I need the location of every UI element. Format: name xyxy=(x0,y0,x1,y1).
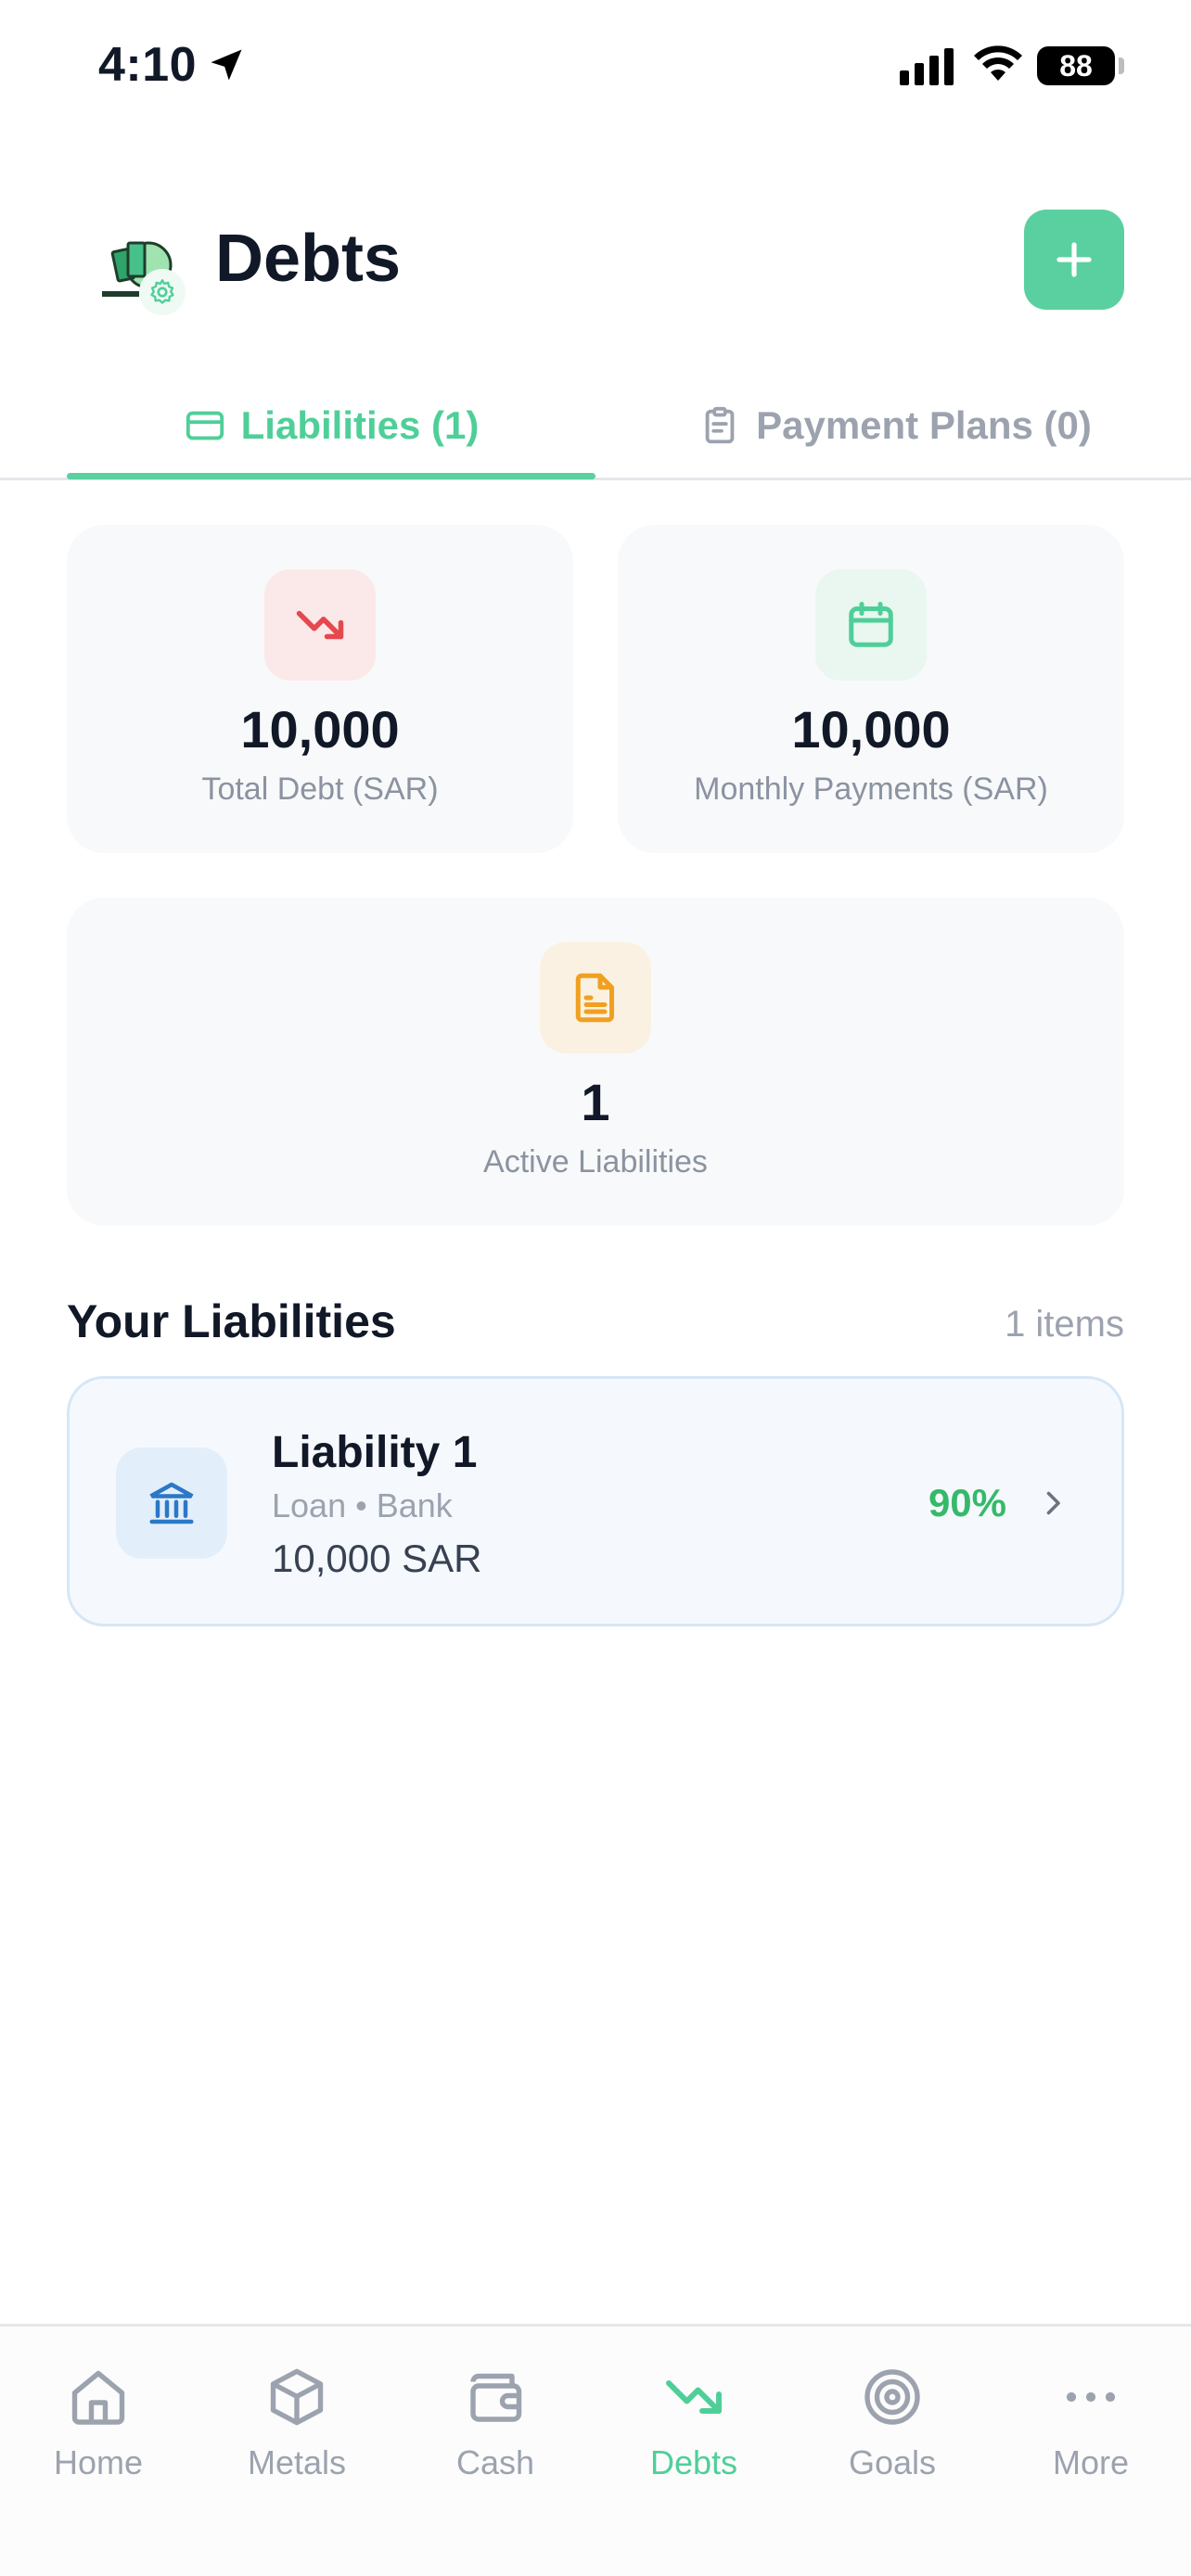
document-icon xyxy=(575,973,614,1023)
nav-item-metals[interactable]: Metals xyxy=(213,2364,380,2512)
active-tab-indicator xyxy=(67,473,596,479)
liability-meta: Loan • Bank xyxy=(272,1486,453,1524)
battery-indicator: 88 xyxy=(1037,46,1115,85)
trending-down-icon xyxy=(666,2380,722,2414)
liability-percent: 90% xyxy=(928,1481,1006,1524)
bottom-navigation: Home Metals Cash Debts Goals More xyxy=(0,2324,1191,2576)
nav-item-home[interactable]: Home xyxy=(15,2364,182,2512)
total-debt-label: Total Debt (SAR) xyxy=(201,772,439,807)
tab-liabilities[interactable]: Liabilities (1) xyxy=(67,371,596,480)
more-dots-icon xyxy=(1066,2391,1116,2403)
total-debt-value: 10,000 xyxy=(240,700,400,759)
monthly-payments-card: 10,000 Monthly Payments (SAR) xyxy=(618,525,1124,853)
section-item-count: 1 items xyxy=(1005,1304,1124,1345)
calendar-icon xyxy=(849,602,893,647)
cube-icon xyxy=(270,2368,324,2426)
trending-down-icon-box xyxy=(264,569,376,681)
liability-name: Liability 1 xyxy=(272,1428,478,1477)
nav-label-more: More xyxy=(1052,2443,1130,2481)
chevron-right-icon xyxy=(1046,1491,1060,1515)
plus-icon xyxy=(1057,242,1092,277)
battery-nub xyxy=(1119,57,1124,74)
active-liabilities-card: 1 Active Liabilities xyxy=(67,898,1124,1226)
calendar-icon-box xyxy=(815,569,927,681)
nav-label-cash: Cash xyxy=(455,2443,535,2481)
nav-label-goals: Goals xyxy=(848,2443,937,2481)
wifi-icon xyxy=(974,45,1022,81)
tab-bar: Liabilities (1) Payment Plans (0) xyxy=(0,371,1191,480)
credit-card-icon xyxy=(186,411,224,440)
status-bar: 4:10 88 xyxy=(0,0,1191,139)
status-time: 4:10 xyxy=(98,38,198,92)
active-liabilities-label: Active Liabilities xyxy=(483,1144,708,1180)
total-debt-card: 10,000 Total Debt (SAR) xyxy=(67,525,573,853)
section-title: Your Liabilities xyxy=(67,1295,396,1347)
nav-item-goals[interactable]: Goals xyxy=(809,2364,976,2512)
page-title: Debts xyxy=(215,222,402,296)
active-liabilities-value: 1 xyxy=(581,1073,610,1131)
nav-item-debts[interactable]: Debts xyxy=(610,2364,777,2512)
nav-item-cash[interactable]: Cash xyxy=(412,2364,579,2512)
nav-label-metals: Metals xyxy=(247,2443,347,2481)
tab-payment-plans[interactable]: Payment Plans (0) xyxy=(640,371,1150,480)
bank-icon xyxy=(149,1482,194,1524)
monthly-payments-value: 10,000 xyxy=(791,700,951,759)
debts-screen: 4:10 88 Debts Liabilities (1) Payment Pl… xyxy=(0,0,1191,2576)
page-header: Debts xyxy=(0,185,1191,334)
target-icon xyxy=(864,2369,920,2425)
bank-icon-box xyxy=(116,1447,227,1559)
home-icon xyxy=(71,2370,125,2425)
tab-liabilities-label: Liabilities (1) xyxy=(240,403,480,447)
liability-amount: 10,000 SAR xyxy=(272,1537,482,1580)
clipboard-icon xyxy=(705,406,735,444)
settings-gear-badge[interactable] xyxy=(139,269,186,315)
add-debt-button[interactable] xyxy=(1024,210,1124,310)
nav-item-more[interactable]: More xyxy=(1007,2364,1174,2512)
tab-payment-plans-label: Payment Plans (0) xyxy=(756,403,1092,447)
nav-label-home: Home xyxy=(53,2443,144,2481)
document-icon-box xyxy=(540,942,651,1053)
wallet-icon xyxy=(470,2373,522,2422)
monthly-payments-label: Monthly Payments (SAR) xyxy=(694,772,1048,807)
nav-label-debts: Debts xyxy=(649,2443,738,2481)
location-arrow-icon xyxy=(211,49,242,81)
list-item[interactable]: Liability 1 Loan • Bank 10,000 SAR 90% xyxy=(67,1376,1124,1626)
trending-down-icon xyxy=(296,610,344,640)
gear-icon xyxy=(150,279,174,304)
cellular-signal-icon xyxy=(900,48,954,85)
